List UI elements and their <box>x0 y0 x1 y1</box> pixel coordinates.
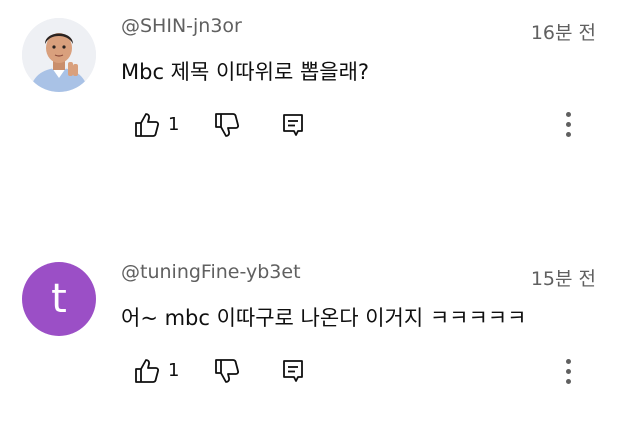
comment-item: t @tuningFine-yb3et 15분 전 어~ mbc 이따구로 나온… <box>0 219 640 438</box>
avatar-letter: t <box>51 276 67 322</box>
comment-timestamp[interactable]: 15분 전 <box>531 264 596 291</box>
comment-actions: 1 <box>132 110 322 140</box>
more-vert-icon[interactable] <box>556 355 580 389</box>
reply-icon[interactable] <box>278 110 308 140</box>
like-count: 1 <box>168 114 180 135</box>
thumb-down-icon[interactable] <box>212 356 242 386</box>
comment-text: Mbc 제목 이따위로 뽑을래? <box>121 60 370 84</box>
like-count: 1 <box>168 360 180 381</box>
thumb-up-icon[interactable] <box>132 110 162 140</box>
avatar-photo <box>22 18 96 92</box>
comment-timestamp[interactable]: 16분 전 <box>531 18 596 45</box>
comment-text: 어~ mbc 이따구로 나온다 이거지 ㅋㅋㅋㅋㅋ <box>121 306 527 330</box>
comment-actions: 1 <box>132 356 322 386</box>
reply-icon[interactable] <box>278 356 308 386</box>
comment-author[interactable]: @tuningFine-yb3et <box>121 261 301 283</box>
comment-item: @SHIN-jn3or 16분 전 Mbc 제목 이따위로 뽑을래? 1 <box>0 0 640 219</box>
avatar[interactable]: t <box>22 262 96 336</box>
thumb-up-icon[interactable] <box>132 356 162 386</box>
avatar[interactable] <box>22 18 96 92</box>
comment-author[interactable]: @SHIN-jn3or <box>121 15 242 37</box>
more-vert-icon[interactable] <box>556 108 580 142</box>
thumb-down-icon[interactable] <box>212 110 242 140</box>
